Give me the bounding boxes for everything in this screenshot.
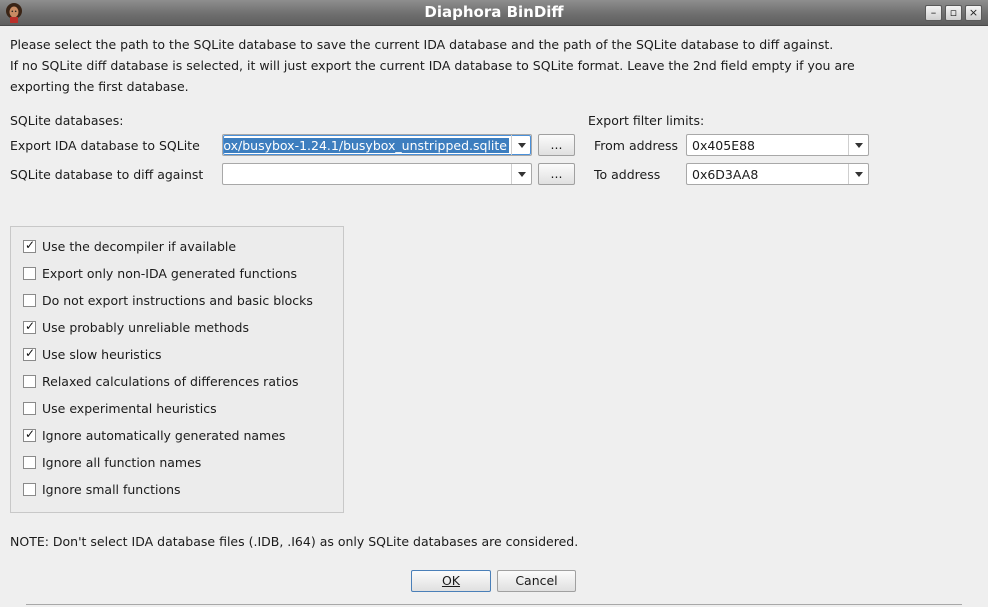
option-label: Use slow heuristics xyxy=(42,347,162,362)
from-address-value[interactable]: 0x405E88 xyxy=(692,138,846,153)
export-db-combo[interactable]: /home/user/busybox/busybox-1.24.1/busybo… xyxy=(222,134,532,156)
window-title: Diaphora BinDiff xyxy=(424,3,564,21)
checkbox-unchecked[interactable] xyxy=(23,294,36,307)
chevron-down-icon[interactable] xyxy=(511,135,531,155)
options-group: ✓ Use the decompiler if available Export o… xyxy=(10,226,344,513)
note-text: NOTE: Don't select IDA database files (.… xyxy=(10,534,579,549)
checkbox-unchecked[interactable] xyxy=(23,456,36,469)
option-label: Use experimental heuristics xyxy=(42,401,217,416)
option-label: Ignore automatically generated names xyxy=(42,428,286,443)
option-label: Do not export instructions and basic blo… xyxy=(42,293,313,308)
cancel-button[interactable]: Cancel xyxy=(497,570,576,592)
checkmark-icon: ✓ xyxy=(25,346,36,360)
to-address-value[interactable]: 0x6D3AA8 xyxy=(692,167,846,182)
checkbox-checked[interactable]: ✓ xyxy=(23,346,36,361)
ok-label: OK xyxy=(441,573,461,588)
browse-diff-button[interactable]: ... xyxy=(538,163,575,185)
sqlite-databases-heading: SQLite databases: xyxy=(10,113,124,128)
title-bar: Diaphora BinDiff – ▫ × xyxy=(0,0,988,26)
checkbox-unchecked[interactable] xyxy=(23,375,36,388)
chevron-down-icon[interactable] xyxy=(511,164,531,184)
option-label: Relaxed calculations of differences rati… xyxy=(42,374,299,389)
bottom-divider xyxy=(26,604,962,605)
export-db-label: Export IDA database to SQLite xyxy=(10,138,200,153)
export-db-value[interactable]: /home/user/busybox/busybox-1.24.1/busybo… xyxy=(224,138,509,153)
option-label: Ignore small functions xyxy=(42,482,181,497)
chevron-down-icon[interactable] xyxy=(848,164,868,184)
export-filter-heading: Export filter limits: xyxy=(588,113,705,128)
maximize-button[interactable]: ▫ xyxy=(945,5,962,21)
dialog-body: Please select the path to the SQLite dat… xyxy=(0,27,988,607)
checkmark-icon: ✓ xyxy=(25,319,36,333)
option-label: Ignore all function names xyxy=(42,455,202,470)
checkbox-checked[interactable]: ✓ xyxy=(23,238,36,253)
checkbox-unchecked[interactable] xyxy=(23,402,36,415)
checkbox-unchecked[interactable] xyxy=(23,483,36,496)
intro-line-3: exporting the first database. xyxy=(10,79,189,94)
browse-export-button[interactable]: ... xyxy=(538,134,575,156)
to-address-label: To address xyxy=(594,167,661,182)
chevron-down-icon[interactable] xyxy=(848,135,868,155)
checkbox-checked[interactable]: ✓ xyxy=(23,319,36,334)
option-label: Export only non-IDA generated functions xyxy=(42,266,298,281)
checkbox-checked[interactable]: ✓ xyxy=(23,427,36,442)
diff-db-combo[interactable] xyxy=(222,163,532,185)
ok-button[interactable]: OK xyxy=(411,570,491,592)
option-label: Use the decompiler if available xyxy=(42,239,237,254)
intro-line-2: If no SQLite diff database is selected, … xyxy=(10,58,855,73)
close-button[interactable]: × xyxy=(965,5,982,21)
intro-line-1: Please select the path to the SQLite dat… xyxy=(10,37,834,52)
to-address-combo[interactable]: 0x6D3AA8 xyxy=(686,163,869,185)
checkmark-icon: ✓ xyxy=(25,238,36,252)
minimize-button[interactable]: – xyxy=(925,5,942,21)
checkmark-icon: ✓ xyxy=(25,427,36,441)
from-address-combo[interactable]: 0x405E88 xyxy=(686,134,869,156)
checkbox-unchecked[interactable] xyxy=(23,267,36,280)
from-address-label: From address xyxy=(594,138,679,153)
diff-db-label: SQLite database to diff against xyxy=(10,167,204,182)
option-label: Use probably unreliable methods xyxy=(42,320,250,335)
intro-text: Please select the path to the SQLite dat… xyxy=(10,34,970,97)
